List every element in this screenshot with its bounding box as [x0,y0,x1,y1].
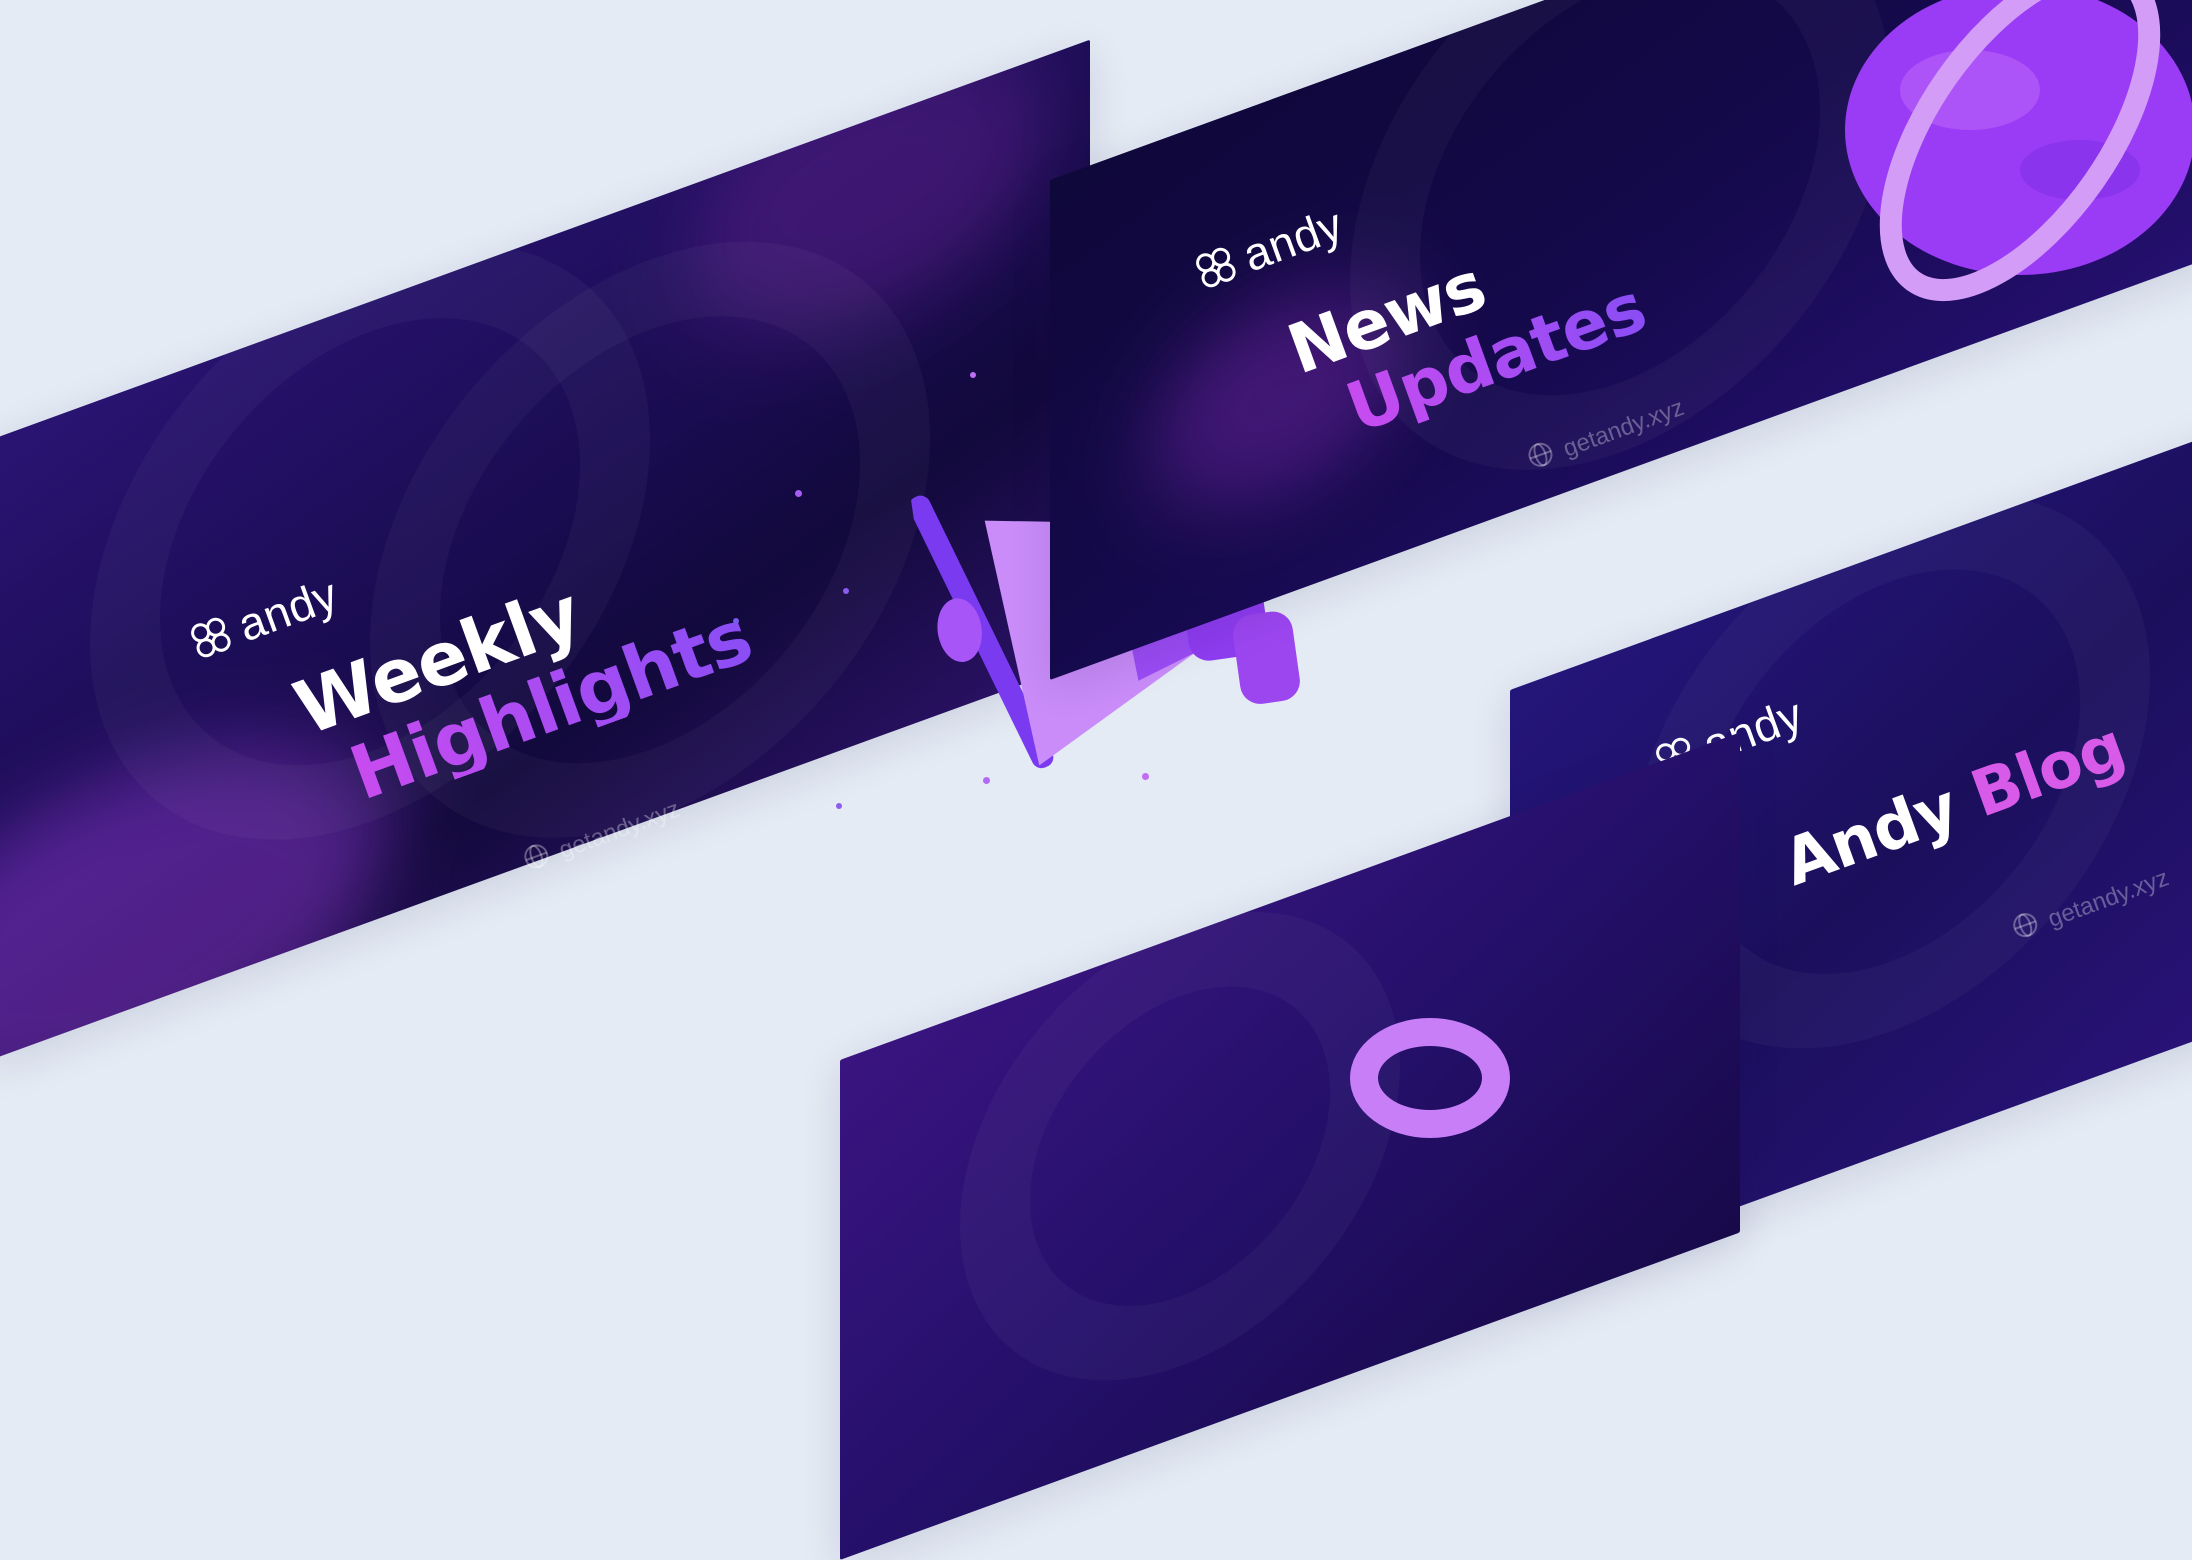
sparkle-dot [733,618,739,624]
sparkle-dot [970,372,976,378]
planet-icon [1830,0,2192,324]
planet-illustration [1830,0,2192,320]
card-bottom-partial [840,732,1740,1560]
sparkle-dot [1142,773,1149,780]
megaphone-icon [908,495,1371,811]
sparkle-dot [795,490,802,497]
globe-icon [518,838,556,880]
sparkle-dot [983,777,990,784]
background-knot-shape [960,846,1400,1446]
sparkle-dot [843,588,849,594]
sparkle-dot [836,803,842,809]
partial-illustration [1350,1018,1510,1138]
